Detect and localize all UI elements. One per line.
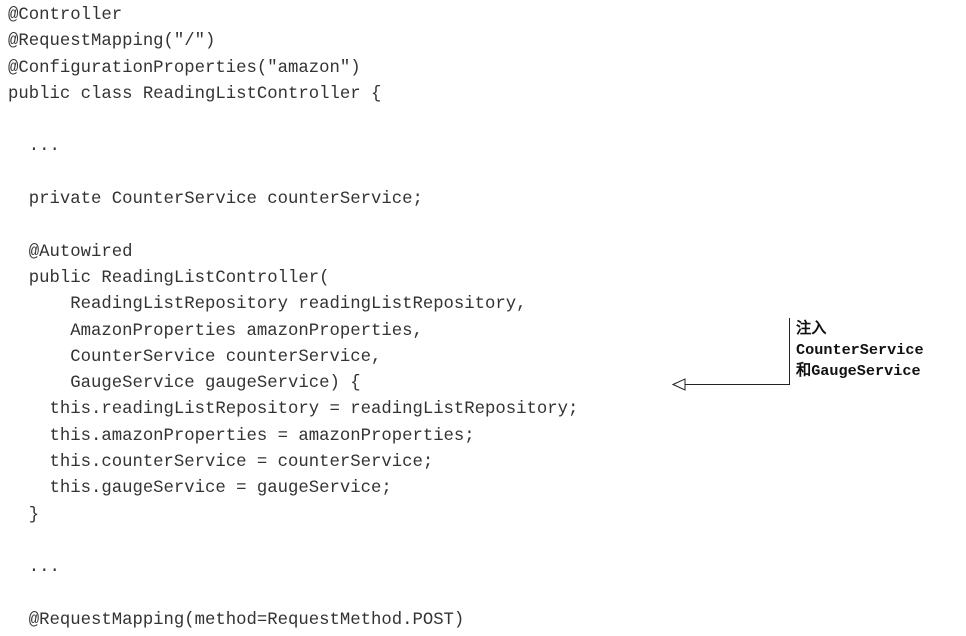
- code-line: ...: [8, 558, 60, 578]
- code-line: this.gaugeService = gaugeService;: [8, 479, 392, 499]
- code-line: @RequestMapping(method=RequestMethod.POS…: [8, 610, 465, 630]
- code-line: public ReadingListController(: [8, 268, 330, 288]
- hollow-triangle-arrow-left-icon: [672, 378, 686, 391]
- code-line: CounterService counterService,: [8, 347, 382, 367]
- code-line: }: [8, 505, 40, 525]
- code-line: GaugeService gaugeService) {: [8, 374, 361, 394]
- annotation-line: 注入: [796, 320, 827, 338]
- code-line: this.counterService = counterService;: [8, 453, 434, 473]
- code-annotation: 注入 CounterService 和GaugeService: [789, 318, 966, 386]
- code-line: private CounterService counterService;: [8, 190, 423, 210]
- annotation-connector-line: [685, 384, 790, 385]
- code-line: @Controller: [8, 6, 123, 25]
- code-line: @RequestMapping("/"): [8, 32, 216, 52]
- code-listing: @Controller @RequestMapping("/") @Configur…: [8, 3, 578, 634]
- code-line: @Autowired: [8, 242, 133, 262]
- code-line: AmazonProperties amazonProperties,: [8, 321, 423, 341]
- annotation-text: 注入 CounterService 和GaugeService: [796, 319, 924, 382]
- code-line: this.readingListRepository = readingList…: [8, 400, 579, 420]
- code-line: public class ReadingListController {: [8, 84, 382, 104]
- annotation-line: 和GaugeService: [796, 362, 921, 380]
- code-line: @ConfigurationProperties("amazon"): [8, 58, 361, 78]
- code-line: ...: [8, 137, 60, 157]
- code-line: ReadingListRepository readingListReposit…: [8, 295, 527, 315]
- annotation-bracket: [789, 318, 790, 384]
- code-line: this.amazonProperties = amazonProperties…: [8, 426, 475, 446]
- annotation-line: CounterService: [796, 341, 924, 359]
